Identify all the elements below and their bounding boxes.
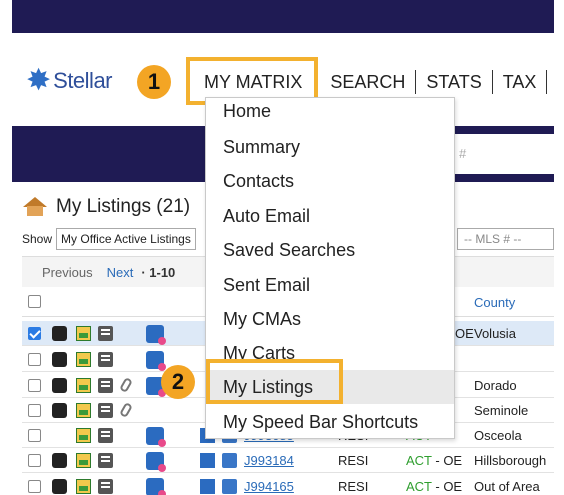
top-header-bar	[12, 0, 554, 33]
document-icon[interactable]	[98, 326, 113, 341]
camera-icon[interactable]	[52, 378, 67, 393]
menu-item-my-cmas[interactable]: My CMAs	[206, 302, 454, 336]
photo-icon[interactable]	[76, 326, 91, 341]
row-checkbox[interactable]	[28, 379, 41, 392]
document-icon[interactable]	[98, 378, 113, 393]
listing-icon[interactable]	[146, 427, 166, 447]
menu-item-saved-searches[interactable]: Saved Searches	[206, 233, 454, 267]
row-checkbox[interactable]	[28, 480, 41, 493]
page: ✸ Stellar 1 MY MATRIX SEARCH STATS TAX #…	[0, 0, 564, 495]
map-icon[interactable]	[222, 453, 237, 468]
camera-icon[interactable]	[52, 479, 67, 494]
listings-title: My Listings (21)	[22, 196, 190, 218]
select-all-checkbox[interactable]	[28, 295, 41, 308]
table-row[interactable]: J993184 RESI ACT - OE Hillsborough	[22, 448, 554, 473]
listing-icon[interactable]	[146, 478, 166, 495]
step-2-badge: 2	[161, 365, 195, 399]
nav-search[interactable]: SEARCH	[320, 69, 415, 95]
menu-item-contacts[interactable]: Contacts	[206, 164, 454, 198]
row-checkbox[interactable]	[28, 353, 41, 366]
mls-number-link[interactable]: J994165	[244, 474, 294, 495]
show-select[interactable]: My Office Active Listings	[56, 228, 197, 250]
photo-icon[interactable]	[76, 352, 91, 367]
nav-stats[interactable]: STATS	[416, 69, 491, 95]
document-icon[interactable]	[98, 479, 113, 494]
my-listings-highlight-box	[206, 359, 343, 404]
listing-icon[interactable]	[146, 351, 166, 371]
camera-icon[interactable]	[52, 403, 67, 418]
menu-item-home[interactable]: Home	[206, 98, 454, 128]
county-cell: Osceola	[474, 428, 522, 443]
row-checkbox[interactable]	[28, 429, 41, 442]
nav-separator	[546, 70, 548, 94]
attachment-icon[interactable]	[119, 376, 133, 394]
row-checkbox[interactable]	[28, 327, 41, 340]
photo-icon[interactable]	[76, 479, 91, 494]
camera-icon[interactable]	[52, 453, 67, 468]
mls-number-input[interactable]: -- MLS # --	[457, 228, 554, 250]
house-icon	[22, 197, 48, 217]
menu-item-summary[interactable]: Summary	[206, 130, 454, 164]
show-label: Show	[22, 232, 53, 246]
listing-icon[interactable]	[146, 325, 166, 345]
next-link[interactable]: Next	[107, 265, 134, 280]
show-filter: Show My Office Active Listings	[22, 228, 197, 250]
status-cell: OE	[455, 326, 474, 341]
nav-tax[interactable]: TAX	[493, 69, 547, 95]
bank-icon[interactable]	[200, 453, 215, 468]
camera-icon[interactable]	[52, 326, 67, 341]
step-1-badge: 1	[137, 65, 171, 99]
menu-item-auto-email[interactable]: Auto Email	[206, 199, 454, 233]
camera-icon[interactable]	[52, 352, 67, 367]
menu-item-speed-bar-shortcuts[interactable]: My Speed Bar Shortcuts	[206, 405, 454, 438]
listing-icon[interactable]	[146, 452, 166, 472]
page-range: · 1-10	[141, 264, 176, 280]
stellar-star-icon: ✸	[26, 64, 52, 97]
speedbar-search-input[interactable]: #	[455, 134, 554, 174]
county-cell: Volusia	[474, 326, 516, 341]
status-cell: ACT - OE	[406, 453, 463, 468]
menu-item-sent-email[interactable]: Sent Email	[206, 268, 454, 302]
county-cell: Seminole	[474, 403, 529, 418]
document-icon[interactable]	[98, 428, 113, 443]
row-checkbox[interactable]	[28, 454, 41, 467]
map-icon[interactable]	[222, 479, 237, 494]
bank-icon[interactable]	[200, 479, 215, 494]
photo-icon[interactable]	[76, 428, 91, 443]
county-cell: Hillsborough	[474, 453, 547, 468]
document-icon[interactable]	[98, 403, 113, 418]
county-cell: Out of Area	[474, 479, 540, 494]
listings-title-text: My Listings (21)	[56, 196, 191, 217]
stellar-logo[interactable]: ✸ Stellar	[26, 64, 112, 98]
logo-text: Stellar	[53, 68, 112, 93]
county-cell: Dorado	[474, 378, 517, 393]
property-type: RESI	[338, 453, 369, 468]
photo-icon[interactable]	[76, 403, 91, 418]
photo-icon[interactable]	[76, 378, 91, 393]
document-icon[interactable]	[98, 453, 113, 468]
row-checkbox[interactable]	[28, 404, 41, 417]
status-cell: ACT - OE	[406, 479, 463, 494]
attachment-icon[interactable]	[119, 401, 133, 419]
previous-link[interactable]: Previous	[42, 265, 93, 280]
document-icon[interactable]	[98, 352, 113, 367]
property-type: RESI	[338, 479, 369, 494]
county-column-header[interactable]: County	[474, 295, 515, 310]
mls-number-link[interactable]: J993184	[244, 448, 294, 473]
table-row[interactable]: J994165 RESI ACT - OE Out of Area	[22, 474, 554, 495]
photo-icon[interactable]	[76, 453, 91, 468]
